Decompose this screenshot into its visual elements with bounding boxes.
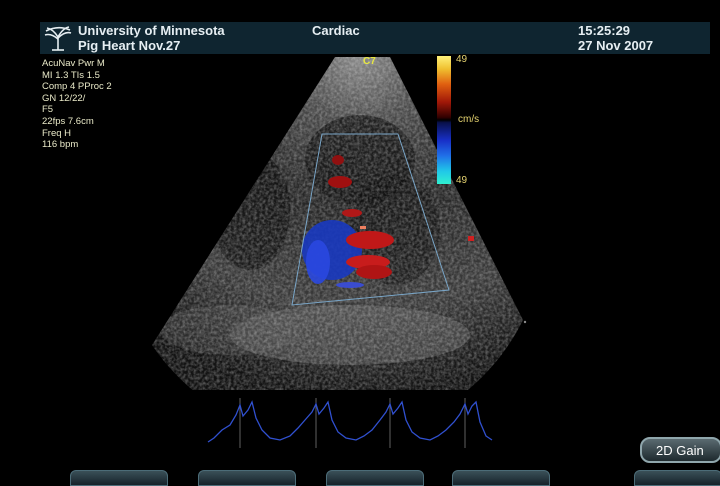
velocity-color-bar [437,56,451,184]
velocity-unit-label: cm/s [458,114,480,125]
softkey-tab[interactable] [70,470,168,486]
depth-scale [523,320,527,324]
softkey-tab[interactable] [198,470,296,486]
ecg-trace [207,398,493,448]
softkey-tab[interactable] [326,470,424,486]
softkey-tab[interactable] [452,470,550,486]
orientation-marker: C7 [363,56,376,67]
ultrasound-sector [152,57,523,390]
velocity-max-label: 49 [456,54,468,65]
softkey-tab[interactable] [634,470,720,486]
flow-artifact [468,236,474,241]
ultrasound-image [152,57,527,448]
2d-gain-button[interactable]: 2D Gain [640,437,720,463]
velocity-min-label: 49 [456,175,468,186]
